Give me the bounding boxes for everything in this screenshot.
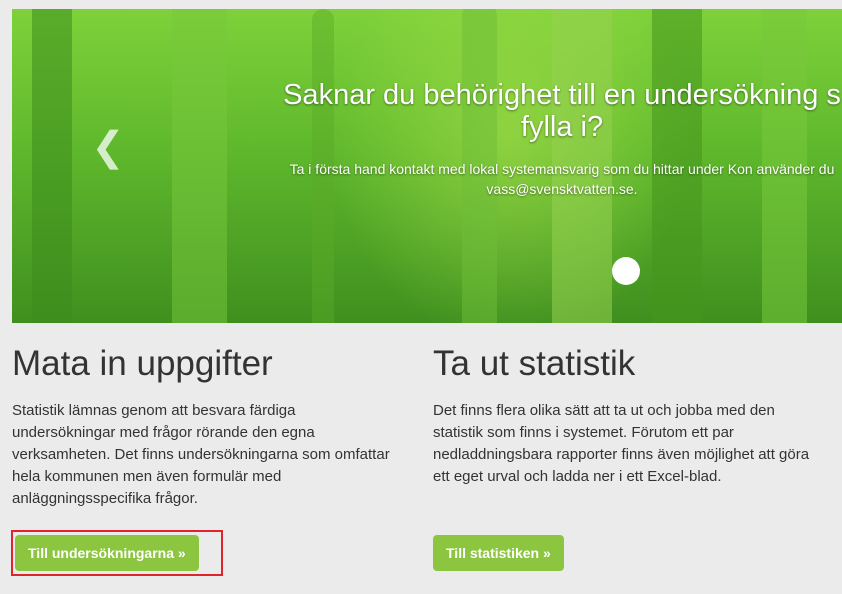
section-body: Statistik lämnas genom att besvara färdi…	[12, 402, 390, 507]
section-heading: Ta ut statistik	[433, 344, 636, 383]
enter-data-section: Mata in uppgifter Statistik lämnas genom…	[12, 338, 392, 510]
statistics-button[interactable]: Till statistiken »	[433, 535, 564, 571]
hero-carousel: ❮ Saknar du behörighet till en undersökn…	[12, 9, 842, 323]
carousel-title: Saknar du behörighet till en undersöknin…	[283, 79, 841, 143]
carousel-indicator[interactable]	[612, 257, 640, 285]
chevron-left-icon: ❮	[91, 125, 125, 169]
carousel-prev-button[interactable]: ❮	[88, 127, 128, 167]
section-body: Det finns flera olika sätt att ta ut och…	[433, 402, 810, 485]
statistics-section: Ta ut statistik Det finns flera olika sä…	[433, 338, 813, 488]
carousel-text: Ta i första hand kontakt med lokal syste…	[289, 161, 835, 197]
stalk-decoration	[32, 9, 72, 323]
surveys-button[interactable]: Till undersökningarna »	[15, 535, 199, 571]
stalk-decoration	[172, 9, 227, 323]
carousel-caption: Saknar du behörighet till en undersöknin…	[262, 79, 842, 199]
section-heading: Mata in uppgifter	[12, 344, 273, 383]
